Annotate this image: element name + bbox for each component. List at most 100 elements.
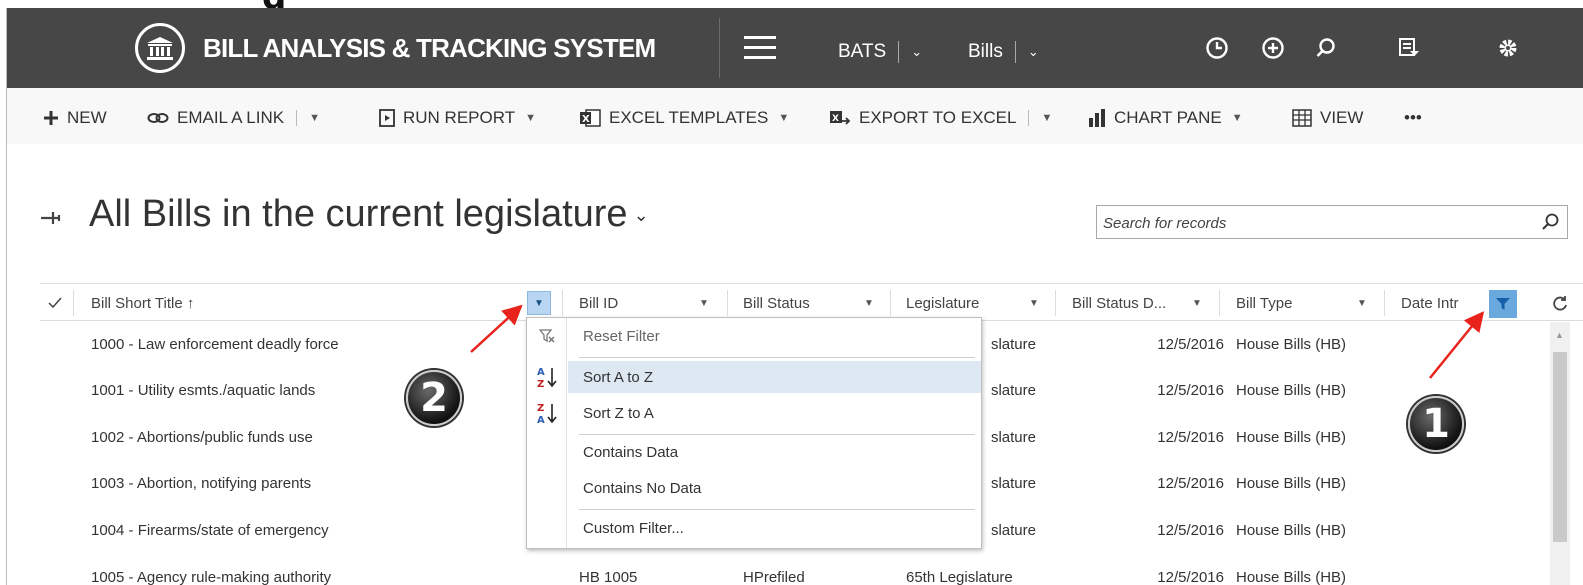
view-selector[interactable]: All Bills in the current legislature ⌄ [89, 193, 649, 236]
column-header-bill-short-title[interactable]: Bill Short Title ↑ [91, 284, 194, 322]
grid-header: Bill Short Title ↑ ▼ Bill ID ▼ Bill Stat… [40, 283, 1583, 321]
bill-title-cell[interactable]: 1005 - Agency rule-making authority [91, 569, 331, 585]
dropdown-arrow-icon[interactable]: ▼ [1041, 112, 1052, 124]
grid-view-icon [1292, 109, 1312, 127]
nav-area-selector[interactable]: BATS ⌄ [838, 41, 922, 63]
table-row[interactable]: 1005 - Agency rule-making authority HB 1… [40, 555, 1550, 585]
bill-title-cell[interactable]: 1002 - Abortions/public funds use [91, 429, 313, 446]
excel-icon: X [579, 109, 601, 127]
svg-text:A: A [537, 415, 545, 425]
svg-text:Z: Z [537, 403, 544, 414]
status-date-cell: 12/5/2016 [1157, 475, 1224, 492]
column-filter-menu: Reset Filter AZ Sort A to Z ZA Sort Z to… [526, 317, 982, 549]
plus-icon [43, 110, 59, 126]
bill-status-cell: HPrefiled [743, 569, 805, 585]
advanced-find-icon[interactable] [1395, 34, 1423, 62]
app-window: BILL ANALYSIS & TRACKING SYSTEM BATS ⌄ B… [6, 8, 1583, 585]
dropdown-arrow-icon: ▼ [778, 112, 790, 124]
dropdown-arrow-icon: ▼ [525, 112, 536, 124]
status-date-cell: 12/5/2016 [1157, 569, 1224, 585]
status-date-cell: 12/5/2016 [1157, 336, 1224, 353]
email-link-button[interactable]: EMAIL A LINK ▼ [147, 108, 320, 128]
dropdown-arrow-icon[interactable]: ▼ [309, 112, 320, 124]
nav-entity-label: Bills [968, 41, 1003, 62]
page-title: All Bills in the current legislature [89, 193, 628, 235]
run-report-button[interactable]: RUN REPORT ▼ [379, 108, 536, 128]
bar-chart-icon [1088, 109, 1106, 127]
filter-dropdown-icon: ▼ [534, 297, 544, 309]
menu-item-contains-data[interactable]: Contains Data [527, 436, 981, 468]
top-sliver: g [0, 0, 1583, 18]
column-header-date-introduced[interactable]: Date Intr [1401, 284, 1481, 322]
report-icon [379, 109, 395, 127]
export-icon: X [829, 109, 851, 127]
search-records-box [1096, 205, 1568, 239]
bill-type-cell: House Bills (HB) [1236, 522, 1347, 539]
svg-text:X: X [582, 114, 590, 125]
column-header-bill-type[interactable]: Bill Type [1236, 284, 1292, 322]
svg-text:X: X [832, 114, 839, 124]
pin-icon[interactable] [39, 206, 63, 230]
hamburger-menu-icon[interactable] [744, 36, 776, 60]
dropdown-arrow-icon[interactable]: ▼ [864, 298, 874, 309]
column-header-bill-status-date[interactable]: Bill Status D... [1072, 284, 1166, 322]
new-button[interactable]: NEW [43, 108, 107, 128]
svg-text:A: A [537, 367, 545, 378]
bill-type-cell: House Bills (HB) [1236, 475, 1347, 492]
annotation-badge-1: 1 [1408, 396, 1464, 452]
excel-templates-button[interactable]: X EXCEL TEMPLATES ▼ [579, 108, 789, 128]
app-title: BILL ANALYSIS & TRACKING SYSTEM [203, 33, 656, 63]
menu-item-sort-a-to-z[interactable]: AZ Sort A to Z [537, 361, 981, 393]
dropdown-arrow-icon[interactable]: ▼ [1357, 298, 1367, 309]
search-input[interactable] [1103, 212, 1523, 234]
create-plus-icon[interactable] [1259, 34, 1287, 62]
funnel-icon [1496, 298, 1510, 310]
more-commands-button[interactable]: ••• [1404, 108, 1422, 128]
nav-area-label: BATS [838, 41, 887, 62]
status-date-cell: 12/5/2016 [1157, 382, 1224, 399]
bill-id-cell: HB 1005 [579, 569, 638, 585]
menu-item-contains-no-data[interactable]: Contains No Data [527, 472, 981, 504]
navbar: BILL ANALYSIS & TRACKING SYSTEM BATS ⌄ B… [7, 8, 1583, 88]
refresh-icon[interactable] [1552, 284, 1568, 322]
bill-type-cell: House Bills (HB) [1236, 336, 1347, 353]
bill-title-cell[interactable]: 1003 - Abortion, notifying parents [91, 475, 311, 492]
scroll-up-icon[interactable]: ▲ [1555, 330, 1564, 340]
gear-icon[interactable] [1494, 34, 1522, 62]
annotation-badge-2: 2 [406, 370, 462, 426]
search-icon[interactable] [1541, 212, 1561, 237]
bill-title-cell[interactable]: 1004 - Firearms/state of emergency [91, 522, 329, 539]
chevron-down-icon: ⌄ [911, 44, 923, 59]
dropdown-arrow-icon: ▼ [1231, 112, 1243, 124]
capitol-logo-icon[interactable] [135, 23, 185, 73]
bill-title-cell[interactable]: 1001 - Utility esmts./aquatic lands [91, 382, 315, 399]
bill-type-cell: House Bills (HB) [1236, 569, 1347, 585]
svg-text:Z: Z [537, 379, 544, 389]
recent-clock-icon[interactable] [1203, 34, 1231, 62]
column-filter-button[interactable]: ▼ [527, 291, 551, 315]
dropdown-arrow-icon[interactable]: ▼ [699, 298, 709, 309]
menu-item-sort-z-to-a[interactable]: ZA Sort Z to A [527, 397, 981, 429]
command-bar: NEW EMAIL A LINK ▼ RUN REPORT ▼ X EXCEL … [7, 88, 1583, 144]
menu-item-reset-filter[interactable]: Reset Filter [527, 320, 981, 352]
dropdown-arrow-icon[interactable]: ▼ [1029, 298, 1039, 309]
legislature-cell: 65th Legislature [906, 569, 1013, 585]
menu-item-custom-filter[interactable]: Custom Filter... [527, 512, 981, 544]
select-all-checkbox[interactable] [48, 284, 62, 322]
bill-type-cell: House Bills (HB) [1236, 382, 1347, 399]
chevron-down-icon: ⌄ [1027, 44, 1039, 59]
grid-scrollbar[interactable]: ▲ [1550, 322, 1570, 585]
scrollbar-thumb[interactable] [1553, 352, 1567, 542]
sort-ascending-icon: AZ [535, 365, 559, 389]
bill-title-cell[interactable]: 1000 - Law enforcement deadly force [91, 336, 339, 353]
export-excel-button[interactable]: X EXPORT TO EXCEL ▼ [829, 108, 1052, 128]
view-button[interactable]: VIEW [1292, 108, 1363, 128]
dropdown-arrow-icon[interactable]: ▼ [1192, 298, 1202, 309]
search-icon[interactable] [1312, 34, 1340, 62]
chart-pane-button[interactable]: CHART PANE ▼ [1088, 108, 1243, 128]
filter-funnel-button[interactable] [1489, 290, 1517, 318]
sort-descending-icon: ZA [535, 401, 559, 425]
link-icon [147, 112, 169, 124]
bill-type-cell: House Bills (HB) [1236, 429, 1347, 446]
nav-entity-selector[interactable]: Bills ⌄ [968, 41, 1039, 63]
